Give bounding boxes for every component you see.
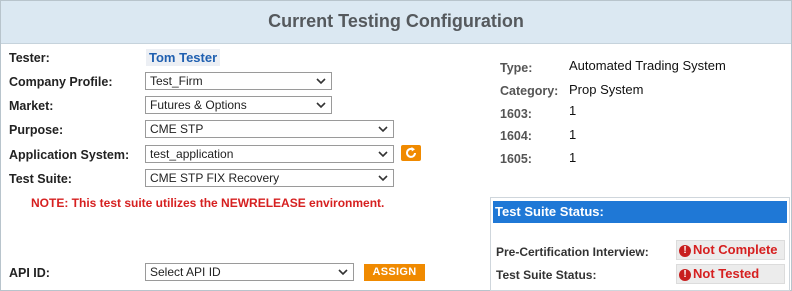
market-label: Market:	[9, 99, 54, 113]
test-suite-label: Test Suite:	[9, 172, 72, 186]
interview-label: Pre-Certification Interview:	[496, 245, 649, 259]
market-value: Futures & Options	[150, 98, 247, 112]
category-label: Category:	[500, 84, 559, 98]
field-1605-value: 1	[569, 150, 577, 165]
api-id-select[interactable]: Select API ID	[145, 263, 354, 281]
chevron-down-icon	[315, 98, 327, 112]
chevron-down-icon	[337, 265, 349, 279]
category-value: Prop System	[569, 82, 644, 97]
chevron-down-icon	[377, 171, 389, 185]
application-system-label: Application System:	[9, 148, 130, 162]
test-suite-select[interactable]: CME STP FIX Recovery	[145, 169, 394, 187]
api-id-label: API ID:	[9, 266, 50, 280]
refresh-button[interactable]	[401, 145, 421, 161]
application-system-value: test_application	[150, 147, 234, 161]
suite-status-badge: ! Not Tested	[676, 264, 785, 284]
header-bar: Current Testing Configuration	[1, 1, 791, 44]
purpose-label: Purpose:	[9, 123, 64, 137]
company-profile-value: Test_Firm	[150, 74, 203, 88]
alert-icon: !	[679, 245, 691, 257]
refresh-icon	[401, 146, 421, 160]
page-title: Current Testing Configuration	[268, 11, 524, 31]
field-1605-label: 1605:	[500, 152, 532, 166]
field-1603-value: 1	[569, 103, 577, 118]
company-profile-select[interactable]: Test_Firm	[145, 72, 332, 90]
field-1603-label: 1603:	[500, 107, 532, 121]
chevron-down-icon	[315, 74, 327, 88]
application-system-select[interactable]: test_application	[145, 145, 394, 163]
tester-label: Tester:	[9, 51, 50, 65]
suite-status-value: Not Tested	[693, 266, 760, 281]
interview-status-value: Not Complete	[693, 242, 778, 257]
field-1604-value: 1	[569, 127, 577, 142]
api-id-value: Select API ID	[150, 265, 221, 279]
test-suite-value: CME STP FIX Recovery	[150, 171, 280, 185]
chevron-down-icon	[377, 147, 389, 161]
company-profile-label: Company Profile:	[9, 75, 113, 89]
assign-button[interactable]: ASSIGN	[364, 264, 425, 281]
type-label: Type:	[500, 61, 533, 75]
purpose-value: CME STP	[150, 122, 204, 136]
interview-status-badge: ! Not Complete	[676, 240, 785, 260]
environment-note: NOTE: This test suite utilizes the NEWRE…	[31, 196, 385, 210]
alert-icon: !	[679, 269, 691, 281]
test-suite-status-panel: Test Suite Status: Pre-Certification Int…	[490, 197, 790, 291]
chevron-down-icon	[377, 122, 389, 136]
purpose-select[interactable]: CME STP	[145, 120, 394, 138]
market-select[interactable]: Futures & Options	[145, 96, 332, 114]
tester-name: Tom Tester	[146, 49, 221, 66]
suite-status-label: Test Suite Status:	[496, 268, 597, 282]
field-1604-label: 1604:	[500, 129, 532, 143]
status-panel-title: Test Suite Status:	[493, 201, 787, 223]
type-value: Automated Trading System	[569, 58, 726, 73]
